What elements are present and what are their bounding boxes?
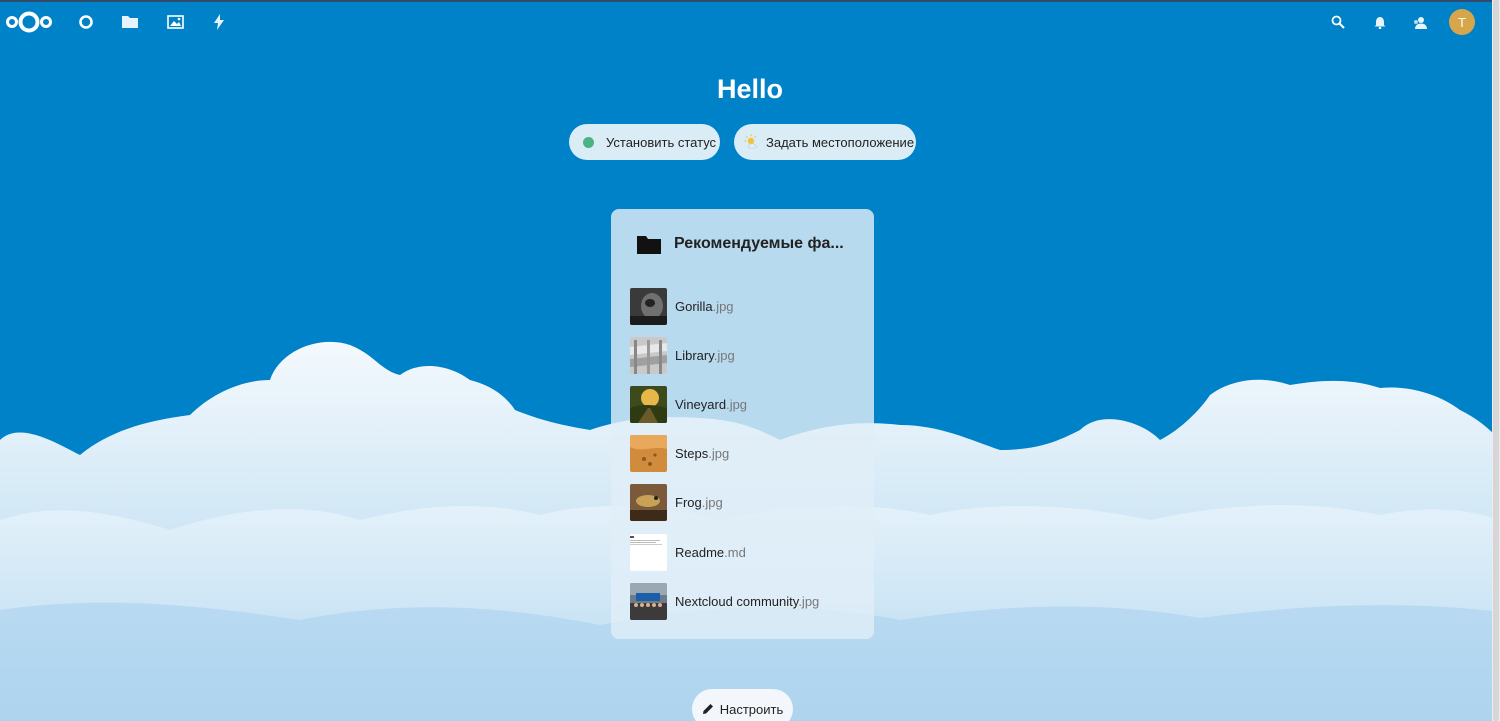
file-name: Readme.md [675, 544, 746, 560]
file-thumbnail [630, 434, 667, 472]
folder-icon[interactable] [118, 10, 142, 34]
weather-icon [744, 134, 760, 150]
file-name: Vineyard.jpg [675, 396, 748, 412]
image-icon[interactable] [163, 10, 187, 34]
list-item[interactable]: Library.jpg [630, 336, 860, 374]
pencil-icon [702, 703, 714, 715]
file-name: Gorilla.jpg [675, 298, 734, 314]
online-status-icon [583, 136, 594, 148]
customize-button[interactable]: Настроить [692, 689, 793, 721]
bell-icon[interactable] [1368, 10, 1392, 34]
file-thumbnail [630, 533, 667, 571]
file-thumbnail [630, 483, 667, 521]
customize-label: Настроить [719, 701, 784, 717]
avatar[interactable]: T [1449, 9, 1475, 35]
widget-title: Рекомендуемые фа... [674, 235, 844, 252]
file-thumbnail [630, 582, 667, 620]
top-header: T [0, 0, 1492, 44]
greeting-title: Hello [716, 74, 783, 104]
list-item[interactable]: Frog.jpg [630, 483, 860, 521]
list-item[interactable]: Gorilla.jpg [630, 287, 860, 325]
list-item[interactable]: Vineyard.jpg [630, 385, 860, 423]
file-thumbnail [630, 287, 667, 325]
file-name: Nextcloud community.jpg [675, 593, 820, 609]
scrollbar-thumb[interactable] [1493, 0, 1499, 721]
recommended-files-widget: Рекомендуемые фа... Gorilla.jpg Library.… [611, 209, 874, 639]
contacts-icon[interactable] [1408, 10, 1432, 34]
nextcloud-logo[interactable] [4, 10, 54, 34]
file-thumbnail [630, 385, 667, 423]
search-icon[interactable] [1326, 10, 1350, 34]
dashboard-page: T Hello Установить статус Задать местопо… [0, 0, 1500, 721]
lightning-icon[interactable] [207, 10, 231, 34]
file-name: Library.jpg [675, 347, 735, 363]
list-item[interactable]: Readme.md [630, 533, 860, 571]
file-name: Frog.jpg [675, 494, 723, 510]
file-thumbnail [630, 336, 667, 374]
set-location-button[interactable]: Задать местоположение [734, 124, 916, 160]
set-status-label: Установить статус [606, 134, 717, 150]
dashboard-icon[interactable] [74, 10, 98, 34]
set-location-label: Задать местоположение [766, 134, 915, 150]
list-item[interactable]: Steps.jpg [630, 434, 860, 472]
list-item[interactable]: Nextcloud community.jpg [630, 582, 860, 620]
folder-icon [637, 236, 661, 254]
file-name: Steps.jpg [675, 445, 730, 461]
scrollbar[interactable] [1492, 0, 1500, 721]
set-status-button[interactable]: Установить статус [569, 124, 720, 160]
